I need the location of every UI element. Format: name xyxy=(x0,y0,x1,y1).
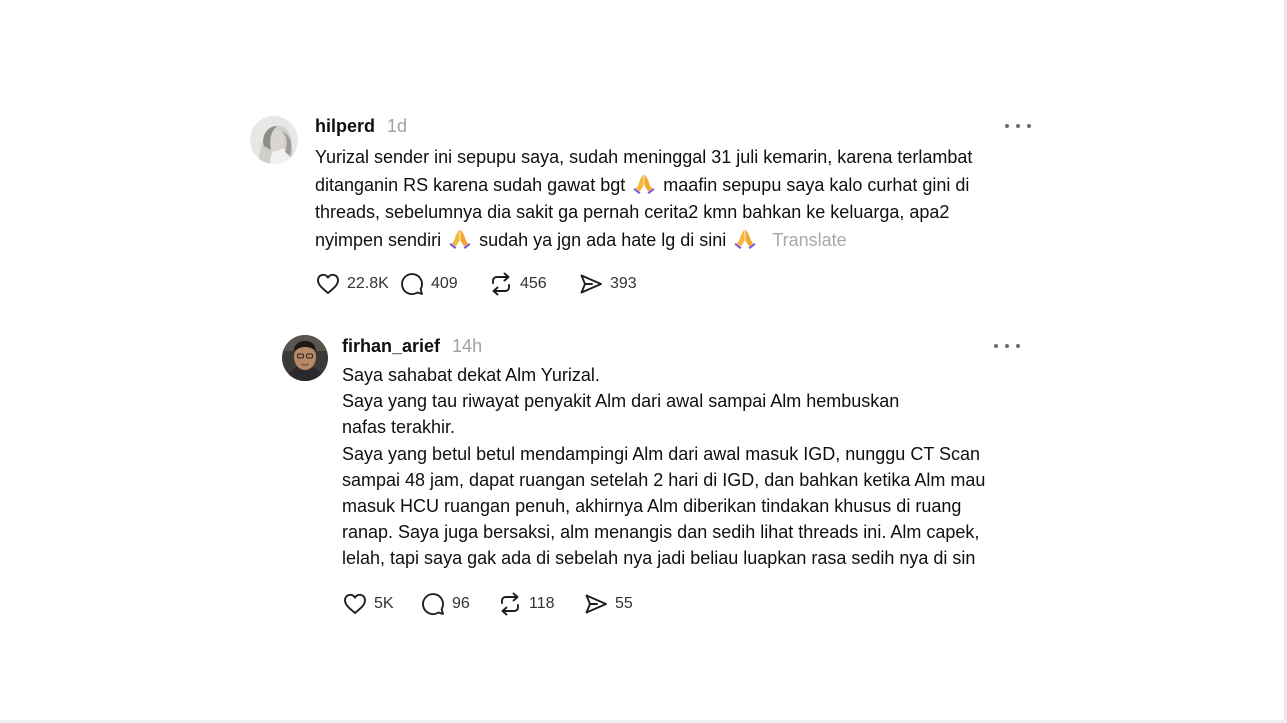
repost-icon xyxy=(497,591,523,617)
translate-link[interactable]: Translate xyxy=(772,230,846,250)
post-header: firhan_arief 14h xyxy=(342,332,1022,360)
post-text-line: nyimpen sendiri xyxy=(315,229,442,250)
like-count: 22.8K xyxy=(347,275,389,292)
share-button[interactable]: 55 xyxy=(583,591,633,617)
folded-hands-emoji-icon xyxy=(734,227,756,249)
comment-icon xyxy=(420,591,446,617)
folded-hands-emoji-icon xyxy=(449,227,471,249)
folded-hands-emoji-icon xyxy=(633,172,655,194)
post-text-line: Yurizal sender ini sepupu saya, sudah me… xyxy=(315,147,973,167)
post-text-line: masuk HCU ruangan penuh, akhirnya Alm di… xyxy=(342,496,962,517)
reply-button[interactable]: 96 xyxy=(420,591,497,617)
repost-icon xyxy=(488,271,514,297)
post-actions: 22.8K 409 456 393 xyxy=(315,270,1035,298)
post-text-line: lelah, tapi saya gak ada di sebelah nya … xyxy=(342,548,976,569)
avatar[interactable] xyxy=(282,335,328,381)
post-time: 1d xyxy=(387,115,408,136)
reply-count: 409 xyxy=(431,275,458,292)
post-text-line: ranap. Saya juga bersaksi, alm menangis … xyxy=(342,522,980,543)
post-text-line: sampai 48 jam, dapat ruangan setelah 2 h… xyxy=(342,469,986,490)
like-button[interactable]: 5K xyxy=(342,591,420,617)
more-options-icon[interactable] xyxy=(994,340,1020,352)
post-text-line: threads, sebelumnya dia sakit ga pernah … xyxy=(315,202,950,222)
post-text-line: maafin sepupu saya kalo curhat gini di xyxy=(663,174,970,195)
post-text: Saya sahabat dekat Alm Yurizal. Saya yan… xyxy=(342,362,1022,572)
post-time: 14h xyxy=(452,335,483,356)
username[interactable]: hilperd xyxy=(315,116,375,137)
repost-count: 456 xyxy=(520,275,547,292)
post-text-line: nafas terakhir. xyxy=(342,417,456,438)
post-text-line: Saya sahabat dekat Alm Yurizal. xyxy=(342,365,600,385)
username[interactable]: firhan_arief xyxy=(342,336,440,357)
more-options-icon[interactable] xyxy=(1005,120,1031,132)
share-count: 55 xyxy=(615,594,633,612)
post-content: hilperd 1d Yurizal sender ini sepupu say… xyxy=(315,112,1035,298)
comment-icon xyxy=(399,271,425,297)
heart-icon xyxy=(342,591,368,617)
like-count: 5K xyxy=(374,594,394,612)
reply-button[interactable]: 409 xyxy=(399,271,488,297)
avatar[interactable] xyxy=(250,116,298,164)
post-text: Yurizal sender ini sepupu saya, sudah me… xyxy=(315,144,1035,254)
post-text-line: Saya yang tau riwayat penyakit Alm dari … xyxy=(342,391,900,412)
share-icon xyxy=(583,591,609,617)
post-text-line: Saya yang betul betul mendampingi Alm da… xyxy=(342,443,981,464)
post-text-line: sudah ya jgn ada hate lg di sini xyxy=(479,229,727,250)
post-text-line: ditanganin RS karena sudah gawat bgt xyxy=(315,174,626,195)
repost-button[interactable]: 118 xyxy=(497,591,583,617)
repost-count: 118 xyxy=(529,594,555,612)
post-content: firhan_arief 14h Saya sahabat dekat Alm … xyxy=(342,332,1022,618)
share-button[interactable]: 393 xyxy=(578,271,637,297)
share-count: 393 xyxy=(610,275,637,292)
like-button[interactable]: 22.8K xyxy=(315,271,399,297)
share-icon xyxy=(578,271,604,297)
post-actions: 5K 96 118 55 xyxy=(342,590,1022,618)
heart-icon xyxy=(315,271,341,297)
repost-button[interactable]: 456 xyxy=(488,271,578,297)
reply-count: 96 xyxy=(452,594,470,612)
post-header: hilperd 1d xyxy=(315,112,1035,140)
